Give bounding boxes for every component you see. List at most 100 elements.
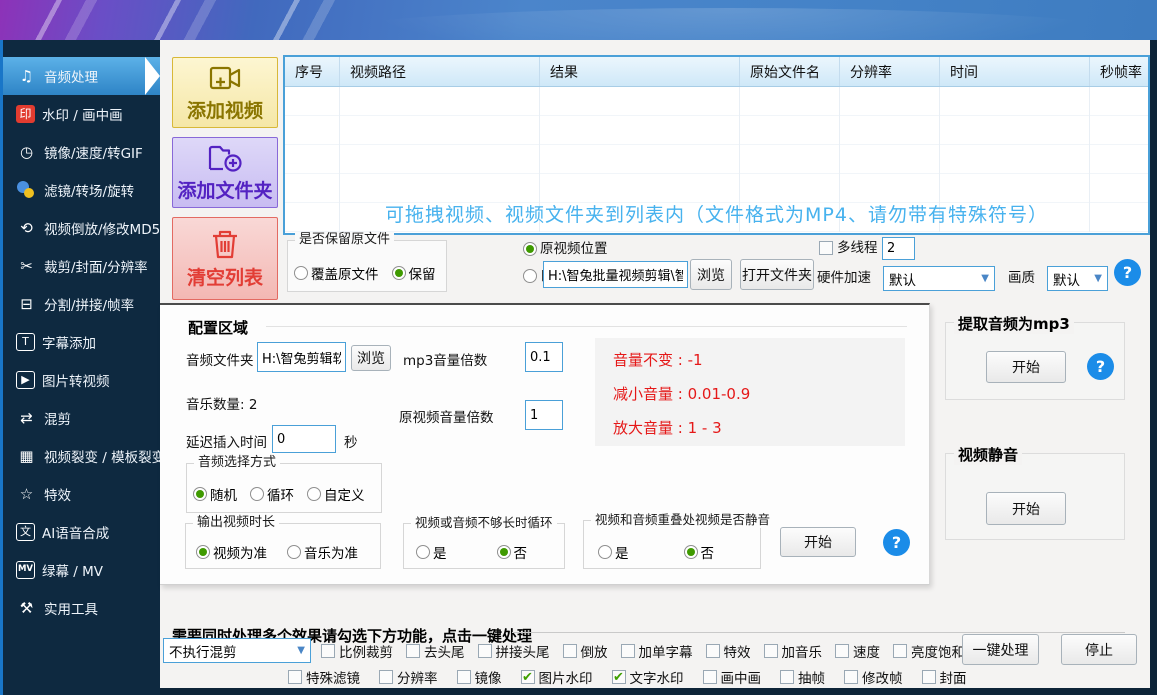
quality-dropdown[interactable]: 默认 ▼ <box>1047 266 1108 291</box>
checkbox-icon <box>844 670 858 684</box>
sidebar-item-effects[interactable]: ☆ 特效 <box>3 475 160 513</box>
column-header-result[interactable]: 结果 <box>540 57 740 86</box>
sidebar-item-reverse-md5[interactable]: ⟲ 视频倒放/修改MD5 <box>3 209 160 247</box>
sidebar-item-green-screen-mv[interactable]: MV 绿幕 / MV <box>3 551 160 589</box>
checkbox-single-subtitle[interactable]: 加单字幕 <box>621 641 693 661</box>
overwrite-original-radio[interactable]: 覆盖原文件 <box>294 263 379 283</box>
checkbox-add-music[interactable]: 加音乐 <box>764 641 823 661</box>
sidebar-item-label: 裁剪/封面/分辨率 <box>44 256 148 276</box>
video-camera-plus-icon <box>208 63 242 93</box>
sidebar-item-audio-processing[interactable]: ♫ 音频处理 <box>3 57 160 95</box>
filter-circles-icon <box>16 181 37 199</box>
batch-checkbox-row-2: 特殊滤镜 分辨率 镜像 ✔ 图片水印 ✔ 文字水印 画中画 抽帧 修 <box>288 667 967 687</box>
sidebar-item-subtitle[interactable]: T 字幕添加 <box>3 323 160 361</box>
checkbox-text-watermark[interactable]: ✔ 文字水印 <box>612 667 684 687</box>
clear-list-button[interactable]: 清空列表 <box>172 217 278 300</box>
extract-mp3-start-button[interactable]: 开始 <box>986 351 1066 383</box>
column-header-filename[interactable]: 原始文件名 <box>740 57 840 86</box>
overlap-mute-no-radio[interactable]: 否 <box>684 542 715 562</box>
browse-audio-folder-button[interactable]: 浏览 <box>351 345 391 371</box>
start-button[interactable]: 开始 <box>780 527 856 557</box>
checkbox-cover[interactable]: 封面 <box>922 667 967 687</box>
volume-unchanged-note: 音量不变 : -1 <box>613 349 905 370</box>
sidebar-item-mirror-speed-gif[interactable]: ◷ 镜像/速度/转GIF <box>3 133 160 171</box>
batch-checkbox-row-1: 比例裁剪 去头尾 拼接头尾 倒放 加单字幕 特效 加音乐 速度 <box>321 641 979 661</box>
open-folder-button[interactable]: 打开文件夹 <box>740 259 814 290</box>
checkbox-effects[interactable]: 特效 <box>706 641 751 661</box>
radio-selected-icon <box>193 487 207 501</box>
duration-music-radio[interactable]: 音乐为准 <box>287 542 358 562</box>
column-header-index[interactable]: 序号 <box>285 57 340 86</box>
table-body-dropzone[interactable]: 可拖拽视频、视频文件夹到列表内（文件格式为MP4、请勿带有特殊符号） <box>285 87 1148 232</box>
audio-select-loop-radio[interactable]: 循环 <box>250 484 294 504</box>
checkbox-icon <box>893 644 907 658</box>
checkbox-label: 拼接头尾 <box>496 641 550 661</box>
keep-original-radio[interactable]: 保留 <box>392 263 436 283</box>
checkbox-special-filter[interactable]: 特殊滤镜 <box>288 667 360 687</box>
sidebar-item-watermark[interactable]: 印 水印 / 画中画 <box>3 95 160 133</box>
checkbox-resolution[interactable]: 分辨率 <box>379 667 438 687</box>
sidebar-item-mix-cut[interactable]: ⇄ 混剪 <box>3 399 160 437</box>
checkbox-ratio-crop[interactable]: 比例裁剪 <box>321 641 393 661</box>
audio-select-custom-radio[interactable]: 自定义 <box>307 484 365 504</box>
checkbox-icon <box>819 241 833 255</box>
overlap-mute-yes-radio[interactable]: 是 <box>598 542 629 562</box>
mix-cut-mode-dropdown[interactable]: 不执行混剪 ▼ <box>163 638 311 663</box>
multithread-count-input[interactable] <box>882 237 915 260</box>
batch-section-line <box>512 632 1125 633</box>
radio-icon <box>416 545 430 559</box>
mp3-volume-input[interactable] <box>525 342 563 372</box>
sidebar-item-image-to-video[interactable]: ▶ 图片转视频 <box>3 361 160 399</box>
checkbox-frame-extract[interactable]: 抽帧 <box>780 667 825 687</box>
batch-process-button[interactable]: 一键处理 <box>962 634 1039 665</box>
checkbox-trim-ends[interactable]: 去头尾 <box>406 641 465 661</box>
delay-input[interactable] <box>272 425 336 453</box>
original-location-radio[interactable]: 原视频位置 <box>523 241 608 257</box>
overwrite-original-label: 覆盖原文件 <box>311 263 379 283</box>
checkbox-mirror[interactable]: 镜像 <box>457 667 502 687</box>
subtitle-t-icon: T <box>16 333 35 351</box>
radio-selected-icon <box>497 545 511 559</box>
hw-accel-dropdown[interactable]: 默认 ▼ <box>883 266 995 291</box>
help-icon[interactable]: ? <box>1087 353 1114 380</box>
audio-select-random-radio[interactable]: 随机 <box>193 484 237 504</box>
sidebar-item-filter-transition[interactable]: 滤镜/转场/旋转 <box>3 171 160 209</box>
audio-folder-input[interactable] <box>257 342 346 372</box>
orig-volume-input[interactable] <box>525 400 563 430</box>
checkbox-image-watermark[interactable]: ✔ 图片水印 <box>521 667 593 687</box>
quality-label: 画质 <box>1008 270 1035 286</box>
column-header-resolution[interactable]: 分辨率 <box>840 57 940 86</box>
sidebar-item-split-join[interactable]: ⊟ 分割/拼接/帧率 <box>3 285 160 323</box>
speedometer-icon: ◷ <box>16 142 37 163</box>
video-mute-start-button[interactable]: 开始 <box>986 492 1066 525</box>
column-header-video-path[interactable]: 视频路径 <box>340 57 540 86</box>
stop-button[interactable]: 停止 <box>1061 634 1137 665</box>
sidebar-item-ai-voice[interactable]: 文 AI语音合成 <box>3 513 160 551</box>
output-path-input[interactable] <box>543 261 688 288</box>
add-video-button[interactable]: 添加视频 <box>172 57 278 128</box>
checkbox-modify-frame[interactable]: 修改帧 <box>844 667 903 687</box>
sidebar-item-video-fission[interactable]: ▦ 视频裂变 / 模板裂变 <box>3 437 160 475</box>
add-folder-button[interactable]: 添加文件夹 <box>172 137 278 208</box>
loop-no-radio[interactable]: 否 <box>497 542 528 562</box>
sidebar-item-crop-cover[interactable]: ✂ 裁剪/封面/分辨率 <box>3 247 160 285</box>
column-header-fps[interactable]: 秒帧率 <box>1090 57 1148 86</box>
duration-video-radio[interactable]: 视频为准 <box>196 542 267 562</box>
drag-drop-hint: 可拖拽视频、视频文件夹到列表内（文件格式为MP4、请勿带有特殊符号） <box>285 200 1148 227</box>
browse-output-button[interactable]: 浏览 <box>690 259 732 290</box>
checkbox-icon <box>563 644 577 658</box>
checkbox-join-ends[interactable]: 拼接头尾 <box>478 641 550 661</box>
mv-badge-icon: MV <box>16 561 35 579</box>
audio-select-group: 音频选择方式 随机 循环 自定义 <box>186 463 382 513</box>
checkbox-picture-in-picture[interactable]: 画中画 <box>703 667 762 687</box>
checkbox-reverse[interactable]: 倒放 <box>563 641 608 661</box>
checkbox-label: 封面 <box>940 667 967 687</box>
loop-yes-radio[interactable]: 是 <box>416 542 447 562</box>
help-icon[interactable]: ? <box>883 529 910 556</box>
help-icon[interactable]: ? <box>1114 259 1141 286</box>
column-header-time[interactable]: 时间 <box>940 57 1090 86</box>
audio-select-group-label: 音频选择方式 <box>194 455 280 472</box>
checkbox-speed[interactable]: 速度 <box>835 641 880 661</box>
multithread-checkbox[interactable]: 多线程 <box>819 240 878 256</box>
sidebar-item-utilities[interactable]: ⚒ 实用工具 <box>3 589 160 627</box>
